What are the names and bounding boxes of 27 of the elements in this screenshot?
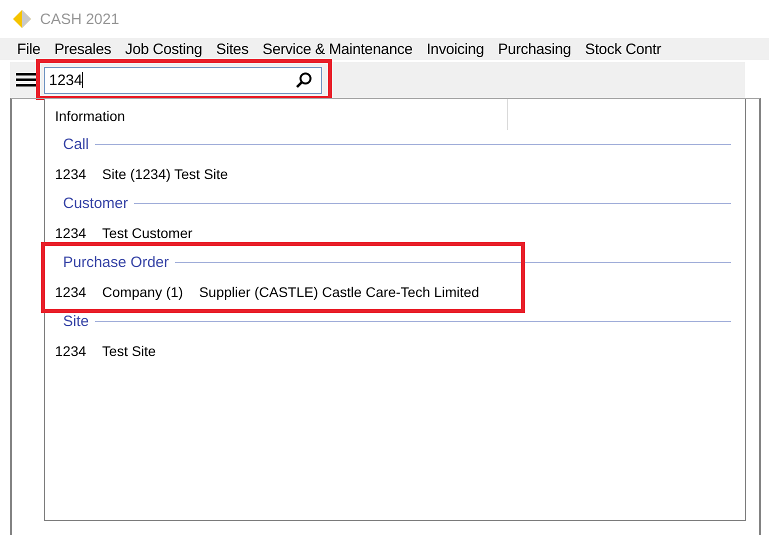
menu-item[interactable]: Presales — [54, 40, 112, 58]
group-heading: Site — [63, 312, 89, 330]
app-logo-icon — [12, 9, 32, 29]
result-cell[interactable]: 1234 — [55, 284, 86, 300]
result-cell[interactable]: 1234 — [55, 342, 86, 358]
result-cell[interactable]: Test Customer — [102, 224, 192, 240]
result-cell[interactable]: 1234 — [55, 166, 86, 182]
result-cell[interactable]: Company (1) — [102, 284, 184, 300]
result-cell[interactable]: Supplier (CASTLE) Castle Care-Tech Limited — [199, 284, 480, 300]
menu-item[interactable]: Job Costing — [125, 40, 202, 58]
menu-item[interactable]: Invoicing — [426, 40, 484, 58]
result-cell[interactable]: Test Site — [102, 342, 156, 358]
menu-item[interactable]: Sites — [216, 40, 249, 58]
search-icon[interactable] — [295, 71, 313, 89]
menu-item[interactable]: Service & Maintenance — [262, 40, 413, 58]
result-cell[interactable]: Site (1234) Test Site — [102, 166, 228, 182]
group-heading: Customer — [63, 194, 128, 212]
search-field[interactable]: 1234 — [44, 66, 322, 94]
column-header: Information — [45, 99, 508, 130]
menu-item[interactable]: Stock Contr — [585, 40, 662, 58]
menu-icon[interactable] — [16, 73, 36, 87]
menu-item[interactable]: File — [17, 40, 40, 58]
group-heading: Call — [63, 136, 89, 152]
group-heading: Purchase Order — [63, 254, 169, 270]
window-title: CASH 2021 — [40, 10, 120, 28]
menu-item[interactable]: Purchasing — [498, 40, 572, 58]
result-cell[interactable]: 1234 — [55, 224, 86, 240]
